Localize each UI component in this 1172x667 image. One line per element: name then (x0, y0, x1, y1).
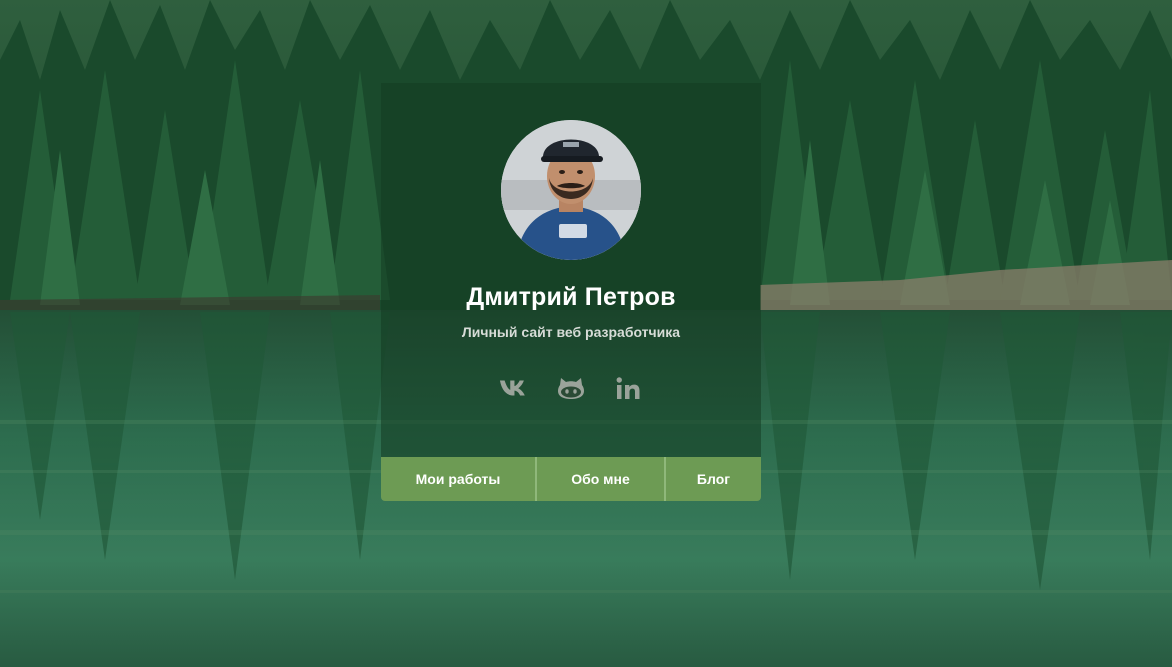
linkedin-icon (616, 377, 640, 399)
github-link[interactable] (556, 373, 586, 403)
avatar-photo (501, 120, 641, 260)
profile-subtitle: Личный сайт веб разработчика (461, 324, 681, 340)
hero-scene: Дмитрий Петров Личный сайт веб разработч… (0, 0, 1172, 667)
social-links (381, 373, 761, 403)
vk-icon (499, 380, 525, 396)
nav-about-button[interactable]: Обо мне (535, 457, 664, 501)
github-icon (558, 378, 584, 399)
profile-card: Дмитрий Петров Личный сайт веб разработч… (381, 83, 761, 457)
avatar (501, 120, 641, 260)
vk-link[interactable] (499, 373, 529, 403)
main-navigation: Мои работы Обо мне Блог (381, 457, 761, 501)
profile-name: Дмитрий Петров (466, 283, 676, 311)
nav-blog-button[interactable]: Блог (664, 457, 761, 501)
linkedin-link[interactable] (613, 373, 643, 403)
nav-my-works-button[interactable]: Мои работы (381, 457, 535, 501)
